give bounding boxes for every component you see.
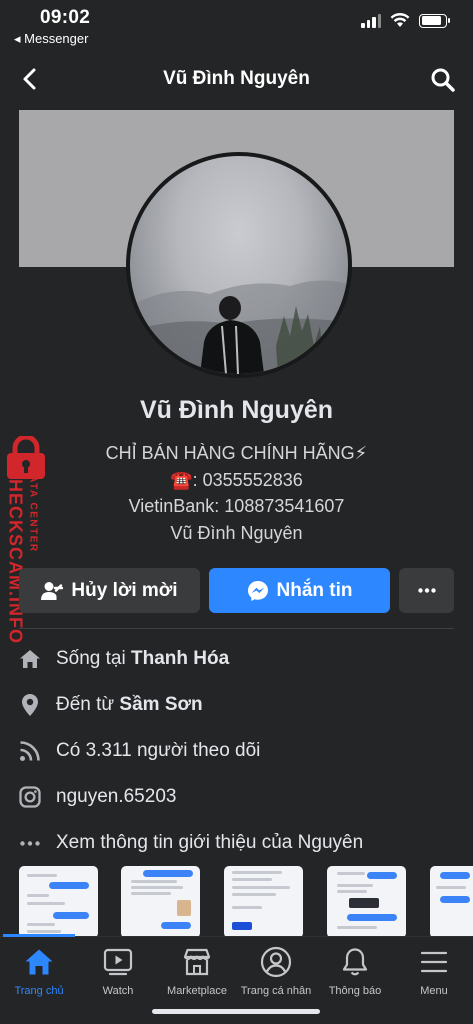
profile-name: Vũ Đình Nguyên: [139, 396, 334, 424]
detail-text: nguyen.65203: [56, 786, 177, 807]
profile-header: Vũ Đình Nguyên: [0, 58, 473, 102]
bio-line: Vũ Đình Nguyên: [170, 522, 303, 543]
watch-video-icon: [78, 945, 158, 979]
messenger-icon: [247, 580, 268, 601]
search-button[interactable]: [427, 64, 459, 96]
tab-label: Marketplace: [167, 985, 227, 997]
message-button[interactable]: Nhắn tin: [209, 568, 390, 613]
profile-details: Sống tại Thanh Hóa Đến từ Sầm Sơn Có 3.3…: [18, 636, 458, 866]
profile-avatar[interactable]: [126, 152, 352, 378]
featured-photo[interactable]: [121, 866, 200, 938]
back-to-messenger-link[interactable]: ◂ Messenger: [14, 31, 88, 47]
cancel-request-label: Hủy lời mời: [71, 579, 178, 601]
rss-icon: [18, 739, 42, 763]
tab-notifications[interactable]: Thông báo: [315, 945, 395, 997]
featured-photo[interactable]: [430, 866, 473, 938]
checkscam-watermark: DATA CENTER CHECKSCAM.INFO: [0, 436, 52, 666]
status-bar: 09:02 ◂ Messenger: [0, 0, 473, 52]
profile-icon: [236, 945, 316, 979]
detail-instagram[interactable]: nguyen.65203: [18, 774, 458, 820]
wifi-icon: [390, 13, 410, 27]
profile-bio: CHỈ BÁN HÀNG CHÍNH HÃNG⚡ ☎️: 0355552836 …: [0, 440, 473, 546]
instagram-icon: [18, 785, 42, 809]
bio-line: VietinBank: 108873541607: [128, 496, 345, 516]
tab-watch[interactable]: Watch: [78, 945, 158, 997]
ellipsis-icon: [18, 831, 42, 855]
detail-text: Sống tại Thanh Hóa: [56, 648, 230, 669]
tab-label: Thông báo: [328, 985, 382, 997]
bio-line: ☎️: 0355552836: [170, 469, 303, 490]
detail-from[interactable]: Đến từ Sầm Sơn: [18, 682, 458, 728]
battery-icon: [419, 13, 450, 28]
featured-photo[interactable]: [19, 866, 98, 938]
watermark-subtitle: DATA CENTER: [27, 466, 39, 553]
cellular-signal-icon: [361, 13, 381, 28]
bio-line: CHỈ BÁN HÀNG CHÍNH HÃNG⚡: [105, 443, 368, 463]
featured-photo[interactable]: [224, 866, 303, 938]
tab-label: Menu: [420, 985, 448, 997]
detail-followers[interactable]: Có 3.311 người theo dõi: [18, 728, 458, 774]
page-title: Vũ Đình Nguyên: [163, 68, 310, 89]
status-icons: [361, 13, 450, 28]
detail-text: Có 3.311 người theo dõi: [56, 740, 261, 761]
hamburger-menu-icon: [394, 945, 473, 979]
bell-icon: [315, 945, 395, 979]
tab-label: Trang chủ: [14, 985, 64, 997]
search-icon: [431, 68, 455, 92]
active-tab-indicator: [3, 934, 75, 937]
detail-text: Đến từ Sầm Sơn: [56, 694, 203, 715]
home-icon: [0, 945, 79, 979]
featured-photo[interactable]: [327, 866, 406, 938]
tab-menu[interactable]: Menu: [394, 945, 473, 997]
house-icon: [18, 647, 42, 671]
status-time: 09:02: [40, 7, 91, 28]
tab-label: Trang cá nhân: [240, 985, 312, 997]
home-indicator: [152, 1009, 320, 1014]
location-pin-icon: [18, 693, 42, 717]
message-label: Nhắn tin: [276, 579, 353, 601]
detail-see-about[interactable]: Xem thông tin giới thiệu của Nguyên: [18, 820, 458, 866]
tab-label: Watch: [102, 985, 134, 997]
detail-text: Xem thông tin giới thiệu của Nguyên: [56, 832, 364, 853]
tab-profile[interactable]: Trang cá nhân: [236, 945, 316, 997]
tab-marketplace[interactable]: Marketplace: [157, 945, 237, 997]
avatar-photo: [130, 280, 348, 374]
section-divider: [19, 628, 454, 629]
profile-actions: Hủy lời mời Nhắn tin: [19, 568, 454, 614]
more-options-button[interactable]: [399, 568, 454, 613]
more-dots-icon: [417, 588, 436, 593]
cancel-friend-request-button[interactable]: Hủy lời mời: [19, 568, 200, 613]
cancel-friend-request-icon: [41, 581, 64, 600]
tab-home[interactable]: Trang chủ: [0, 945, 79, 997]
featured-photos-strip: [19, 866, 473, 938]
detail-lives-in[interactable]: Sống tại Thanh Hóa: [18, 636, 458, 682]
marketplace-store-icon: [157, 945, 237, 979]
